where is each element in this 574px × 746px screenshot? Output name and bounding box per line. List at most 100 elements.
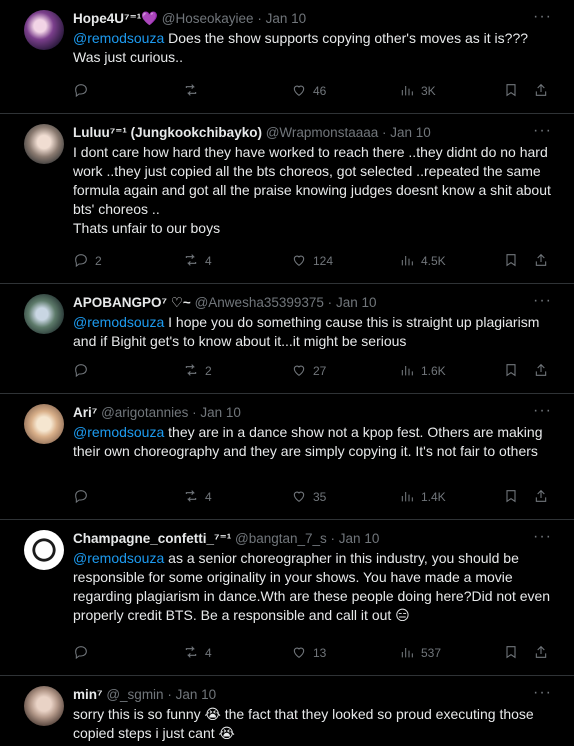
views-button[interactable]: 537 xyxy=(399,644,503,663)
like-button[interactable]: 124 xyxy=(291,252,399,271)
user-handle[interactable]: @bangtan_7_s xyxy=(235,531,327,546)
avatar[interactable] xyxy=(24,686,64,726)
avatar[interactable] xyxy=(24,294,64,334)
tweet-date[interactable]: Jan 10 xyxy=(390,125,431,140)
user-handle[interactable]: @Anwesha35399375 xyxy=(195,295,324,310)
views-button[interactable]: 1.6K xyxy=(399,362,503,381)
tweet[interactable]: ··· min⁷ @_sgmin · Jan 10 sorry this is so… xyxy=(0,676,574,746)
reply-feed: ··· Hope4U⁷⁼¹💜 @Hoseokayiee · Jan 10 @remo… xyxy=(0,0,574,746)
views-button[interactable]: 1.4K xyxy=(399,488,503,507)
tweet-text: I dont care how hard they have worked to… xyxy=(73,143,558,238)
avatar[interactable] xyxy=(24,124,64,164)
views-button[interactable]: 3K xyxy=(399,82,503,101)
mention-link[interactable]: @remodsouza xyxy=(73,424,164,440)
retweet-icon xyxy=(183,644,199,663)
more-icon[interactable]: ··· xyxy=(533,292,552,310)
action-bar: 4 35 1.4K xyxy=(73,481,558,513)
avatar[interactable] xyxy=(24,10,64,50)
display-name[interactable]: Champagne_confetti_⁷⁼¹ xyxy=(73,531,231,546)
purple-heart-emoji: 💜 xyxy=(141,11,159,26)
retweet-button[interactable]: 4 xyxy=(183,252,291,271)
avatar[interactable] xyxy=(24,404,64,444)
separator-dot: · xyxy=(330,531,336,546)
display-name[interactable]: min⁷ xyxy=(73,687,103,702)
avatar[interactable] xyxy=(24,530,64,570)
bookmark-icon xyxy=(503,644,519,663)
like-icon xyxy=(291,644,307,663)
retweet-button[interactable]: 4 xyxy=(183,644,291,663)
like-icon xyxy=(291,252,307,271)
tweet-text: @remodsouza as a senior choreographer in… xyxy=(73,549,558,625)
retweet-button[interactable] xyxy=(183,82,291,101)
reply-button[interactable] xyxy=(73,362,183,381)
share-button[interactable] xyxy=(533,362,553,381)
like-count: 27 xyxy=(313,364,327,378)
reply-icon xyxy=(73,252,89,271)
bookmark-button[interactable] xyxy=(503,82,533,101)
view-count: 4.5K xyxy=(421,254,446,268)
share-button[interactable] xyxy=(533,488,553,507)
tweet-header: Hope4U⁷⁼¹💜 @Hoseokayiee · Jan 10 xyxy=(73,10,558,28)
bookmark-icon xyxy=(503,252,519,271)
display-name[interactable]: Luluu⁷⁼¹ (Jungkookchibayko) xyxy=(73,125,262,140)
views-button[interactable]: 4.5K xyxy=(399,252,503,271)
reply-button[interactable] xyxy=(73,644,183,663)
tweet[interactable]: ··· Ari⁷ @arigotannies · Jan 10 @remodsouz… xyxy=(0,394,574,520)
like-button[interactable]: 46 xyxy=(291,82,399,101)
retweet-button[interactable]: 2 xyxy=(183,362,291,381)
bookmark-button[interactable] xyxy=(503,362,533,381)
like-icon xyxy=(291,362,307,381)
bookmark-button[interactable] xyxy=(503,252,533,271)
tweet-date[interactable]: Jan 10 xyxy=(339,531,380,546)
more-icon[interactable]: ··· xyxy=(533,528,552,546)
like-count: 13 xyxy=(313,646,327,660)
like-button[interactable]: 35 xyxy=(291,488,399,507)
tweet-text: @remodsouza Does the show supports copyi… xyxy=(73,29,558,67)
user-handle[interactable]: @arigotannies xyxy=(101,405,188,420)
user-handle[interactable]: @Hoseokayiee xyxy=(162,11,254,26)
mention-link[interactable]: @remodsouza xyxy=(73,550,164,566)
retweet-icon xyxy=(183,82,199,101)
retweet-button[interactable]: 4 xyxy=(183,488,291,507)
user-handle[interactable]: @Wrapmonstaaaa xyxy=(266,125,379,140)
action-bar: 4 13 537 xyxy=(73,637,558,669)
user-handle[interactable]: @_sgmin xyxy=(106,687,163,702)
bookmark-button[interactable] xyxy=(503,488,533,507)
display-name[interactable]: Hope4U⁷⁼¹ xyxy=(73,11,141,26)
share-icon xyxy=(533,252,549,271)
retweet-icon xyxy=(183,252,199,271)
tweet-date[interactable]: Jan 10 xyxy=(336,295,377,310)
like-button[interactable]: 13 xyxy=(291,644,399,663)
like-button[interactable]: 27 xyxy=(291,362,399,381)
retweet-count: 4 xyxy=(205,646,212,660)
tweet-header: min⁷ @_sgmin · Jan 10 xyxy=(73,686,558,704)
display-name[interactable]: APOBANGPO⁷ ♡~ xyxy=(73,295,191,310)
tweet-body: sorry this is so funny 😭 the fact that t… xyxy=(73,706,534,741)
share-icon xyxy=(533,644,549,663)
display-name[interactable]: Ari⁷ xyxy=(73,405,97,420)
more-icon[interactable]: ··· xyxy=(533,402,552,420)
more-icon[interactable]: ··· xyxy=(533,122,552,140)
tweet[interactable]: ··· Hope4U⁷⁼¹💜 @Hoseokayiee · Jan 10 @remo… xyxy=(0,0,574,114)
share-button[interactable] xyxy=(533,252,553,271)
tweet-date[interactable]: Jan 10 xyxy=(266,11,307,26)
reply-button[interactable] xyxy=(73,82,183,101)
share-button[interactable] xyxy=(533,82,553,101)
tweet-date[interactable]: Jan 10 xyxy=(176,687,217,702)
mention-link[interactable]: @remodsouza xyxy=(73,30,164,46)
share-icon xyxy=(533,362,549,381)
reply-button[interactable]: 2 xyxy=(73,252,183,271)
tweet[interactable]: ··· APOBANGPO⁷ ♡~ @Anwesha35399375 · Jan … xyxy=(0,284,574,394)
bookmark-icon xyxy=(503,362,519,381)
reply-button[interactable] xyxy=(73,488,183,507)
tweet-date[interactable]: Jan 10 xyxy=(200,405,241,420)
tweet-text: @remodsouza I hope you do something caus… xyxy=(73,313,558,351)
more-icon[interactable]: ··· xyxy=(533,8,552,26)
retweet-count: 2 xyxy=(205,364,212,378)
tweet[interactable]: ··· Luluu⁷⁼¹ (Jungkookchibayko) @Wrapmons… xyxy=(0,114,574,284)
more-icon[interactable]: ··· xyxy=(533,684,552,702)
share-button[interactable] xyxy=(533,644,553,663)
bookmark-button[interactable] xyxy=(503,644,533,663)
tweet[interactable]: ··· Champagne_confetti_⁷⁼¹ @bangtan_7_s ·… xyxy=(0,520,574,676)
mention-link[interactable]: @remodsouza xyxy=(73,314,164,330)
